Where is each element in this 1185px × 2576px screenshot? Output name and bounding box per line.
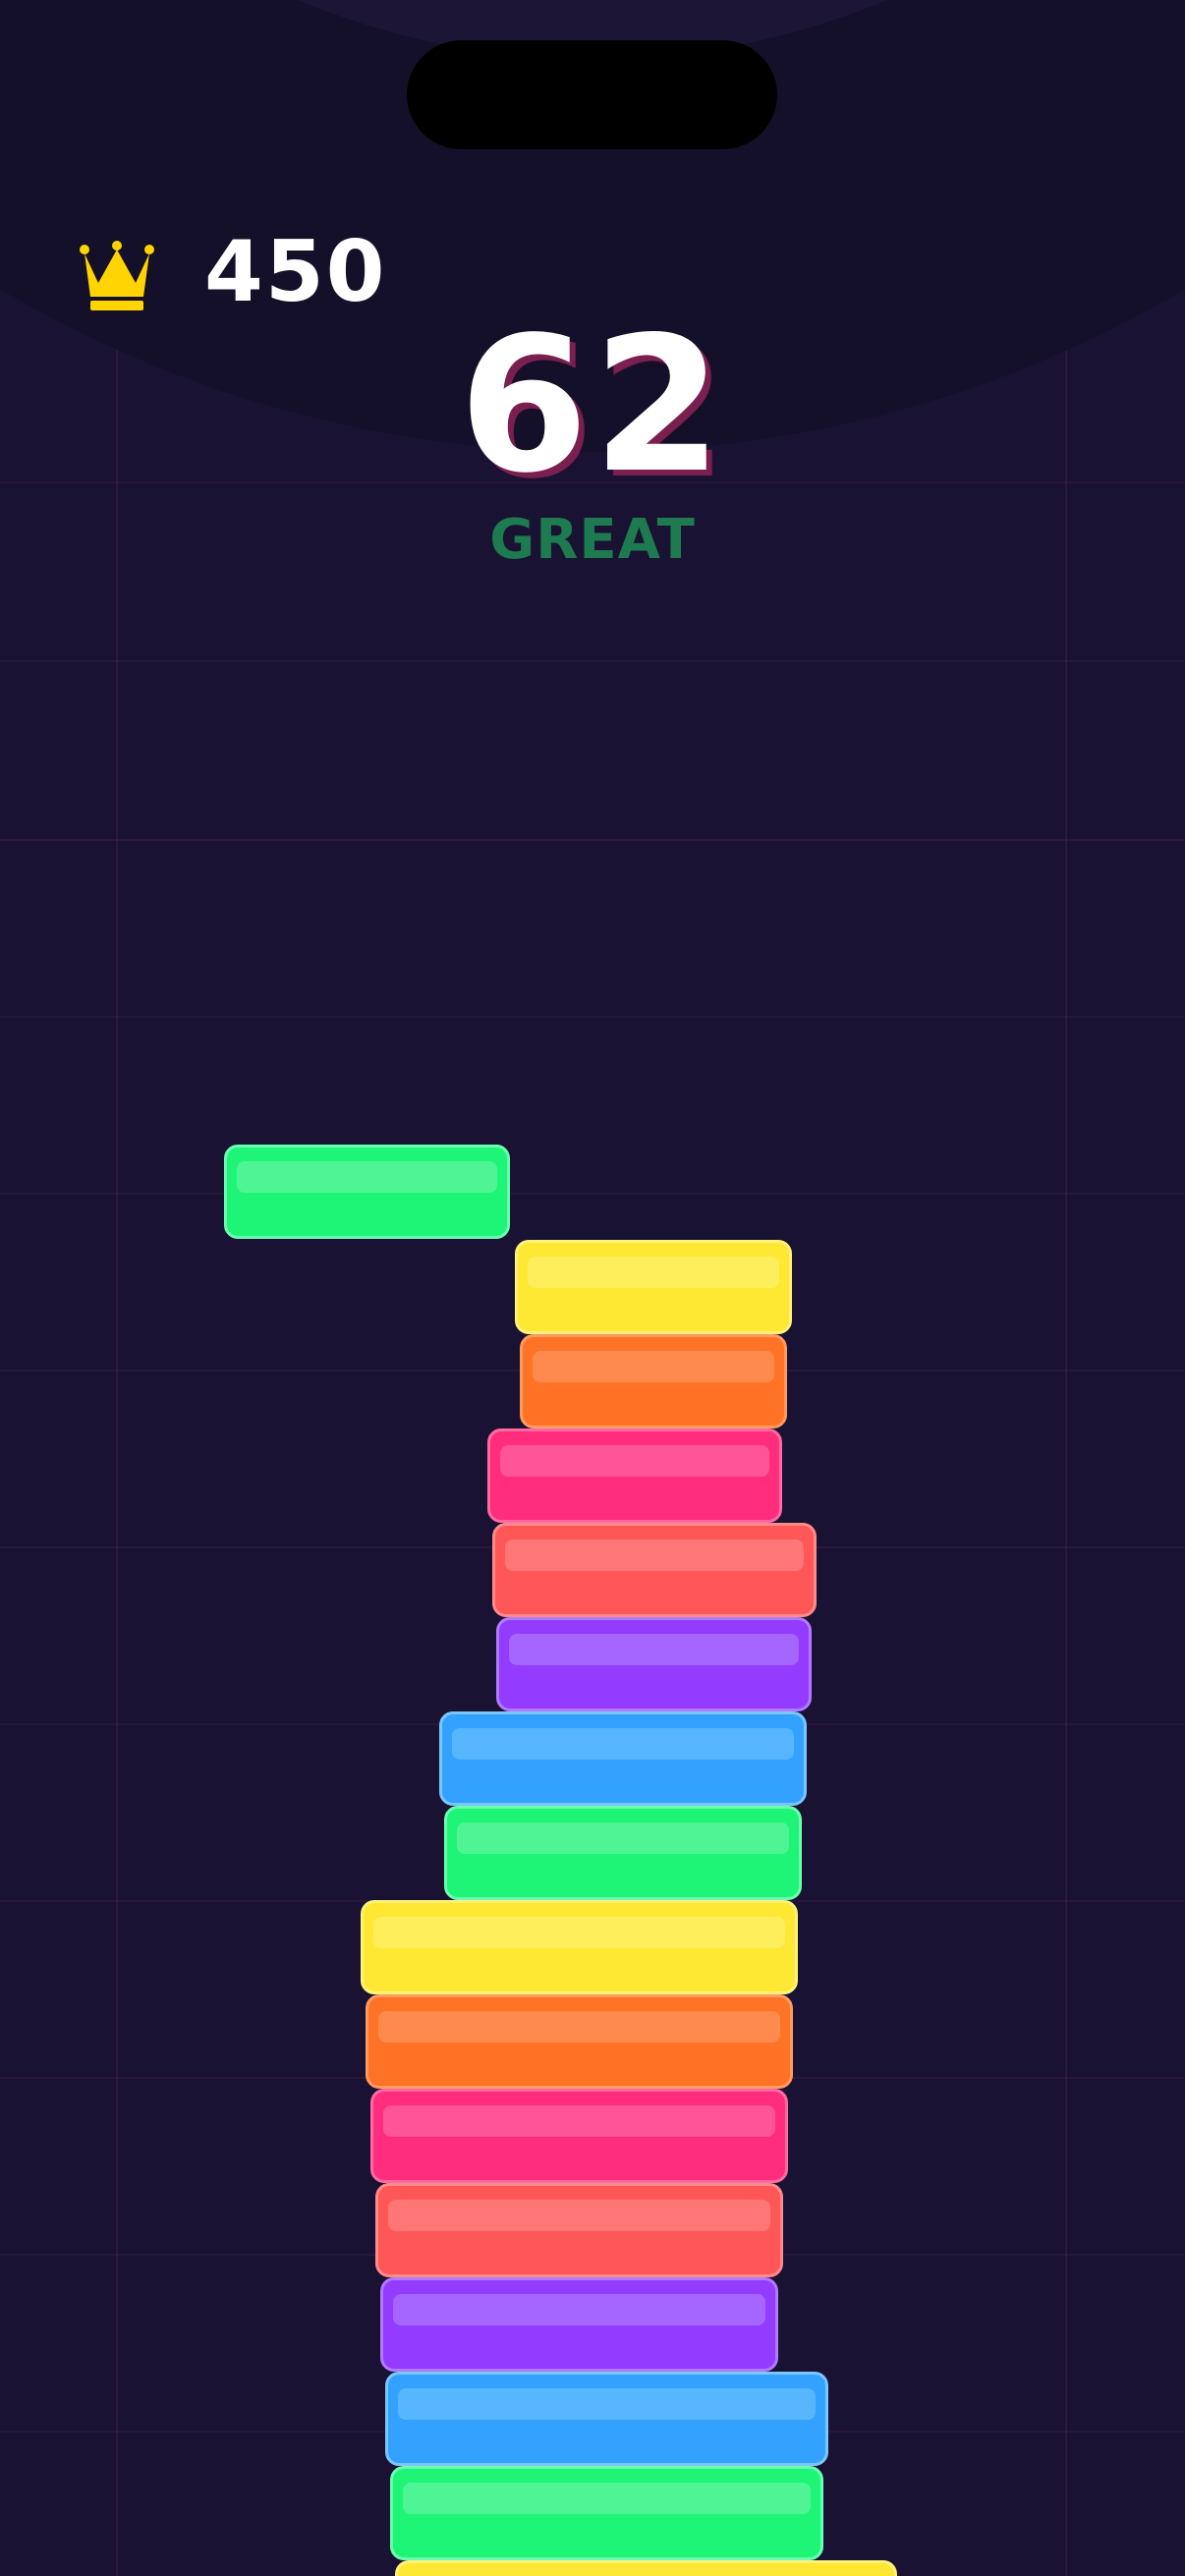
stacked-block [370, 2089, 788, 2183]
stacked-block [380, 2277, 778, 2372]
stacked-block [390, 2466, 823, 2560]
stacked-block [444, 1806, 802, 1900]
stacked-block [366, 1994, 793, 2089]
block-highlight [452, 1728, 794, 1760]
block-highlight [373, 1917, 785, 1948]
block-highlight [378, 2011, 780, 2043]
best-score-value: 450 [204, 223, 387, 321]
stacked-block [385, 2372, 828, 2466]
stacked-block [361, 1900, 798, 1994]
block-highlight [505, 1540, 804, 1571]
stacked-block [395, 2560, 897, 2576]
block-highlight [393, 2294, 765, 2325]
moving-block[interactable] [224, 1145, 510, 1239]
stacked-block [375, 2183, 783, 2277]
crown-icon [79, 240, 155, 310]
block-highlight [383, 2105, 775, 2137]
block-highlight [457, 1822, 789, 1854]
current-score: 62 [458, 297, 727, 514]
grid-line [0, 660, 1185, 662]
dynamic-island [407, 40, 777, 149]
block-highlight [528, 1257, 779, 1288]
grid-line [0, 1016, 1185, 1018]
stacked-block [487, 1428, 782, 1523]
stacked-block [496, 1617, 812, 1711]
block-highlight [403, 2483, 811, 2514]
block-highlight [237, 1161, 497, 1193]
feedback-label: GREAT [489, 508, 696, 572]
stacked-block [492, 1523, 817, 1617]
grid-line [0, 1193, 1185, 1195]
stacked-block [520, 1334, 787, 1428]
game-screen[interactable]: 450 62 GREAT [0, 0, 1185, 2576]
block-highlight [398, 2388, 816, 2420]
block-highlight [509, 1634, 799, 1665]
best-score-panel: 450 [79, 218, 387, 326]
block-highlight [500, 1445, 769, 1477]
grid-line [0, 839, 1185, 841]
stacked-block [439, 1711, 807, 1806]
stacked-block [515, 1240, 792, 1334]
block-highlight [533, 1351, 774, 1382]
block-highlight [388, 2200, 770, 2231]
